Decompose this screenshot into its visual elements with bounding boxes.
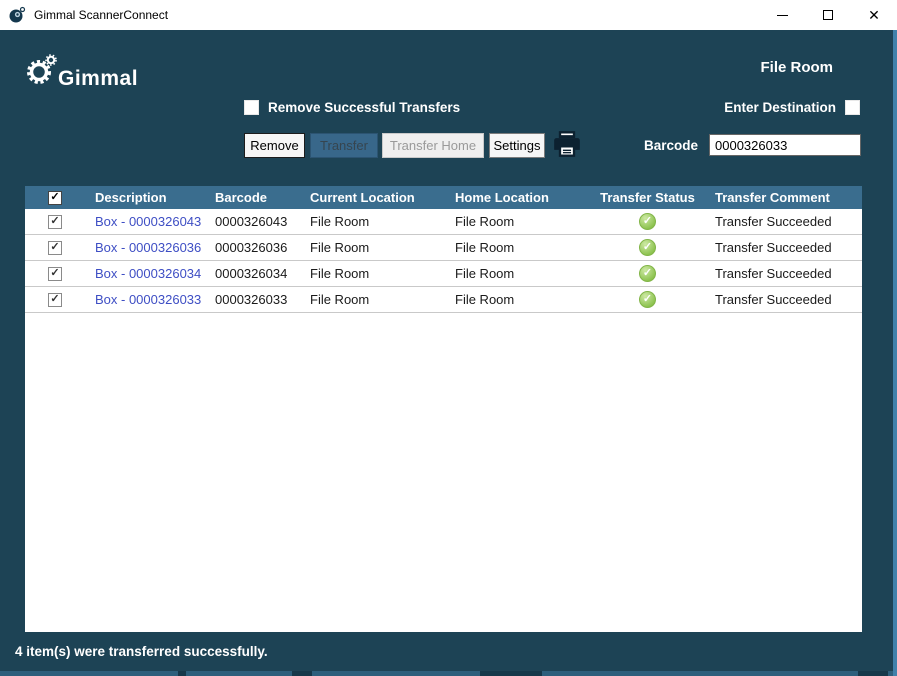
current-location-label: File Room	[760, 59, 833, 76]
printer-icon	[553, 146, 581, 161]
current-location-cell: File Room	[300, 292, 445, 307]
success-check-icon	[639, 239, 656, 256]
remove-successful-transfers-option[interactable]: Remove Successful Transfers	[244, 100, 460, 115]
transfer-home-button[interactable]: Transfer Home	[382, 133, 484, 158]
current-location-cell: File Room	[300, 214, 445, 229]
minimize-icon	[777, 15, 788, 16]
titlebar: Gimmal ScannerConnect ✕	[0, 0, 897, 30]
description-link[interactable]: Box - 0000326043	[85, 214, 205, 229]
barcode-cell: 0000326034	[205, 266, 300, 281]
close-button[interactable]: ✕	[851, 0, 897, 30]
remove-successful-label: Remove Successful Transfers	[268, 100, 460, 115]
table-row: Box - 0000326034 0000326034 File Room Fi…	[25, 261, 862, 287]
transfer-button[interactable]: Transfer	[310, 133, 378, 158]
table-row: Box - 0000326033 0000326033 File Room Fi…	[25, 287, 862, 313]
print-button[interactable]	[552, 130, 582, 160]
col-header-current-location: Current Location	[300, 190, 445, 205]
col-header-description: Description	[85, 190, 205, 205]
current-location-cell: File Room	[300, 266, 445, 281]
gear-icon	[24, 52, 62, 91]
window-title: Gimmal ScannerConnect	[34, 8, 168, 22]
maximize-button[interactable]	[805, 0, 851, 30]
transfer-comment-cell: Transfer Succeeded	[705, 214, 862, 229]
barcode-cell: 0000326036	[205, 240, 300, 255]
description-link[interactable]: Box - 0000326036	[85, 240, 205, 255]
row-checkbox[interactable]	[48, 241, 62, 255]
success-check-icon	[639, 291, 656, 308]
close-icon: ✕	[868, 8, 880, 22]
taskbar-edge-strip	[0, 671, 893, 676]
table-row: Box - 0000326043 0000326043 File Room Fi…	[25, 209, 862, 235]
transfer-comment-cell: Transfer Succeeded	[705, 240, 862, 255]
col-header-home-location: Home Location	[445, 190, 590, 205]
home-location-cell: File Room	[445, 292, 590, 307]
barcode-input[interactable]	[709, 134, 861, 156]
home-location-cell: File Room	[445, 266, 590, 281]
enter-destination-label: Enter Destination	[724, 100, 836, 115]
window-controls: ✕	[759, 0, 897, 30]
barcode-cell: 0000326033	[205, 292, 300, 307]
logo-text: Gimmal	[58, 67, 138, 91]
maximize-icon	[823, 10, 833, 20]
minimize-button[interactable]	[759, 0, 805, 30]
current-location-cell: File Room	[300, 240, 445, 255]
barcode-label: Barcode	[644, 138, 698, 153]
description-link[interactable]: Box - 0000326033	[85, 292, 205, 307]
transfers-table: Description Barcode Current Location Hom…	[25, 186, 862, 632]
app-window: Gimmal ScannerConnect ✕	[0, 0, 897, 676]
status-message: 4 item(s) were transferred successfully.	[15, 644, 268, 659]
col-header-transfer-status: Transfer Status	[590, 190, 705, 205]
app-icon	[8, 6, 26, 24]
col-header-transfer-comment: Transfer Comment	[705, 190, 862, 205]
row-checkbox[interactable]	[48, 215, 62, 229]
table-row: Box - 0000326036 0000326036 File Room Fi…	[25, 235, 862, 261]
barcode-cell: 0000326043	[205, 214, 300, 229]
transfer-comment-cell: Transfer Succeeded	[705, 266, 862, 281]
settings-button[interactable]: Settings	[489, 133, 545, 158]
enter-destination-checkbox[interactable]	[845, 100, 860, 115]
home-location-cell: File Room	[445, 240, 590, 255]
success-check-icon	[639, 265, 656, 282]
desktop-edge-strip	[893, 30, 897, 676]
remove-successful-checkbox[interactable]	[244, 100, 259, 115]
table-header-row: Description Barcode Current Location Hom…	[25, 186, 862, 209]
enter-destination-option[interactable]: Enter Destination	[724, 100, 860, 115]
home-location-cell: File Room	[445, 214, 590, 229]
remove-button[interactable]: Remove	[244, 133, 305, 158]
select-all-checkbox[interactable]	[48, 191, 62, 205]
gimmal-logo: Gimmal	[24, 52, 138, 91]
description-link[interactable]: Box - 0000326034	[85, 266, 205, 281]
success-check-icon	[639, 213, 656, 230]
row-checkbox[interactable]	[48, 293, 62, 307]
transfer-comment-cell: Transfer Succeeded	[705, 292, 862, 307]
col-header-barcode: Barcode	[205, 190, 300, 205]
row-checkbox[interactable]	[48, 267, 62, 281]
